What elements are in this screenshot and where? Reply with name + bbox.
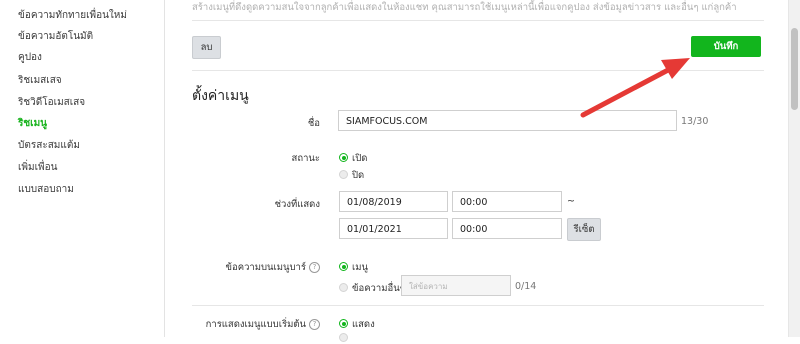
scrollbar[interactable] (788, 0, 800, 337)
name-input[interactable]: SIAMFOCUS.COM (338, 110, 677, 131)
period-label: ช่วงที่แสดง (274, 199, 320, 210)
status-off-radio[interactable]: ปิด (339, 168, 364, 183)
name-counter: 13/30 (681, 116, 709, 127)
radio-selected-icon (339, 262, 348, 271)
sidebar-item-add-friend[interactable]: เพิ่มเพื่อน (18, 160, 57, 175)
radio-selected-icon (339, 153, 348, 162)
default-display-label: การแสดงเมนูแบบเริ่มต้น? (206, 317, 320, 332)
radio-unselected-icon (339, 333, 348, 342)
menubar-other-radio[interactable]: ข้อความอื่นๆ (339, 281, 405, 296)
scrollbar-thumb[interactable] (791, 28, 798, 110)
divider (192, 70, 764, 71)
section-title: ตั้งค่าเมนู (192, 88, 249, 104)
end-time-input[interactable]: 00:00 (452, 218, 562, 239)
name-label: ชื่อ (307, 118, 320, 129)
start-date-input[interactable]: 01/08/2019 (339, 191, 448, 212)
sidebar: ข้อความทักทายเพื่อนใหม่ ข้อความอัตโนมัติ… (0, 0, 165, 337)
help-icon[interactable]: ? (309, 319, 320, 330)
menubar-text-label: ข้อความบนเมนูบาร์? (226, 260, 320, 275)
radio-unselected-icon (339, 170, 348, 179)
radio-unselected-icon (339, 283, 348, 292)
sidebar-item-rich-video[interactable]: ริชวิดีโอเมสเสจ (18, 95, 85, 110)
sidebar-item-survey[interactable]: แบบสอบถาม (18, 182, 74, 197)
sidebar-item-reward-card[interactable]: บัตรสะสมแต้ม (18, 138, 80, 153)
radio-selected-icon (339, 319, 348, 328)
delete-button[interactable]: ลบ (192, 36, 221, 59)
menubar-text-input[interactable]: ใส่ข้อความ (401, 275, 511, 296)
divider (192, 305, 764, 306)
sidebar-item-rich-menu[interactable]: ริชเมนู (18, 116, 47, 131)
sidebar-item-coupon[interactable]: คูปอง (18, 50, 42, 65)
sidebar-item-auto-reply[interactable]: ข้อความอัตโนมัติ (18, 29, 93, 44)
page-description: สร้างเมนูที่ดึงดูดความสนใจจากลูกค้าเพื่อ… (192, 2, 737, 13)
default-display-hide-radio[interactable] (339, 333, 352, 344)
main-content: สร้างเมนูที่ดึงดูดความสนใจจากลูกค้าเพื่อ… (165, 0, 788, 342)
status-on-radio[interactable]: เปิด (339, 151, 367, 166)
default-display-show-radio[interactable]: แสดง (339, 317, 375, 332)
menubar-menu-radio[interactable]: เมนู (339, 260, 368, 275)
status-label: สถานะ (291, 153, 320, 164)
menubar-text-counter: 0/14 (515, 281, 537, 292)
divider (192, 20, 764, 21)
reset-button[interactable]: รีเซ็ต (567, 218, 601, 241)
save-button[interactable]: บันทึก (691, 36, 761, 57)
help-icon[interactable]: ? (309, 262, 320, 273)
period-separator: ~ (567, 196, 575, 207)
sidebar-item-rich-message[interactable]: ริชเมสเสจ (18, 73, 62, 88)
sidebar-item-greeting[interactable]: ข้อความทักทายเพื่อนใหม่ (18, 8, 127, 23)
start-time-input[interactable]: 00:00 (452, 191, 562, 212)
end-date-input[interactable]: 01/01/2021 (339, 218, 448, 239)
